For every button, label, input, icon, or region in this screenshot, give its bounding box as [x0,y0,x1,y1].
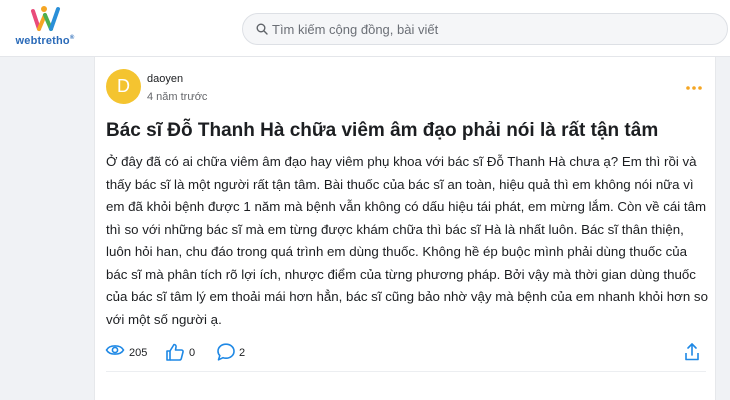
post-body: Ở đây đã có ai chữa viêm âm đạo hay viêm… [106,154,708,327]
search-input[interactable] [272,14,712,44]
search-icon [256,23,268,35]
post-title[interactable]: Bác sĩ Đỗ Thanh Hà chữa viêm âm đạo phải… [106,120,712,142]
site-logo[interactable]: webtretho® [14,5,76,51]
top-bar: webtretho® [0,0,730,57]
comment-button[interactable]: 2 [216,341,251,365]
share-button[interactable] [684,341,704,365]
search-bar[interactable] [242,13,728,45]
comment-bubble-icon [217,343,235,361]
like-button[interactable]: 0 [165,341,200,365]
post-time: 4 năm trước [147,91,208,103]
post-actions: 205 0 2 [95,341,717,371]
views-count: 205 [129,347,148,359]
more-dots-icon[interactable] [685,84,703,92]
eye-icon [105,345,125,355]
webtretho-logo-icon [31,6,60,31]
avatar[interactable]: D [106,69,141,104]
comment-count: 2 [239,347,246,359]
post-card: D daoyen 4 năm trước Bác sĩ Đỗ Thanh Hà … [94,57,716,400]
thumbs-up-icon [166,343,184,361]
share-icon [685,343,699,361]
views-counter: 205 [105,341,150,365]
like-count: 0 [189,347,196,359]
logo-text: webtretho® [15,35,75,47]
card-divider [106,371,706,372]
author-name[interactable]: daoyen [147,73,183,85]
